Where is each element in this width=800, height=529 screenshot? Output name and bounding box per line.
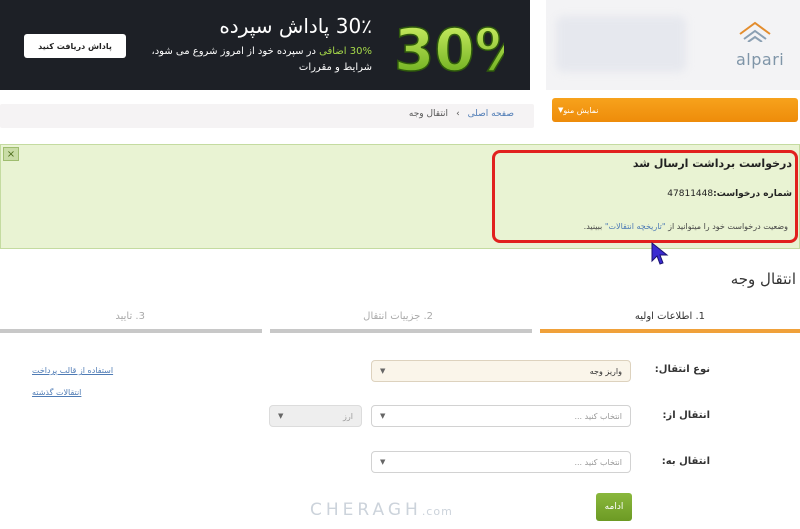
transfer-from-label: انتقال از: <box>662 410 710 421</box>
currency-placeholder: ارز <box>343 411 353 421</box>
request-number: شماره درخواست:47811448 <box>667 189 792 199</box>
svg-text:30%: 30% <box>394 16 504 80</box>
chevron-down-icon: ▼ <box>558 106 564 114</box>
breadcrumb-home[interactable]: صفحه اصلی <box>468 109 514 119</box>
transfer-type-select[interactable]: واریز وجه ▼ <box>371 360 631 382</box>
transfer-type-label: نوع انتقال: <box>654 364 710 375</box>
transfer-to-placeholder: انتخاب کنید ... <box>574 457 622 467</box>
watermark-text: CHERAGH <box>310 500 422 520</box>
request-number-value: 47811448 <box>667 189 714 199</box>
watermark-suffix: .com <box>421 505 453 518</box>
alpari-logo-text: alpari <box>736 50 785 69</box>
dropdown-arrow-icon: ▼ <box>278 412 284 420</box>
status-prefix: وضعیت درخواست خود را میتوانید از <box>665 222 788 231</box>
dropdown-arrow-icon: ▼ <box>380 458 386 466</box>
transfer-from-select[interactable]: انتخاب کنید ... ▼ <box>371 405 631 427</box>
close-icon[interactable]: × <box>3 147 19 161</box>
alert-status-text: وضعیت درخواست خود را میتوانید از "تاریخچ… <box>584 222 788 231</box>
continue-button[interactable]: ادامه <box>596 493 632 521</box>
breadcrumb-separator-icon: › <box>456 109 460 119</box>
step-transfer-details: 2. جزییات انتقال <box>363 311 433 322</box>
step-progress-details <box>270 329 532 333</box>
banner-highlight: 30% اضافی <box>319 46 372 57</box>
breadcrumb-current: انتقال وجه <box>408 109 449 119</box>
show-menu-label: نمایش منو <box>563 105 599 115</box>
page-title: انتقال وجه <box>730 270 796 288</box>
banner-terms[interactable]: شرایط و مقررات <box>299 62 372 73</box>
step-confirm: 3. تایید <box>115 311 145 322</box>
transfer-type-value: واریز وجه <box>589 366 622 376</box>
brand-area: alpari <box>546 0 800 90</box>
transfer-to-select[interactable]: انتخاب کنید ... ▼ <box>371 451 631 473</box>
past-transfers-link[interactable]: انتقالات گذشته <box>32 388 81 397</box>
show-menu-button[interactable]: نمایش منو ▼ <box>552 98 798 122</box>
thirty-percent-graphic: 30% <box>393 15 504 80</box>
transfer-history-link[interactable]: "تاریخچه انتقالات" <box>605 222 666 231</box>
get-bonus-button[interactable]: پاداش دریافت کنید <box>24 34 126 58</box>
blurred-profile <box>556 16 686 72</box>
mouse-cursor-icon <box>651 241 669 265</box>
step-progress-confirm <box>0 329 262 333</box>
request-number-label: شماره درخواست: <box>713 189 792 199</box>
step-initial-info: 1. اطلاعات اولیه <box>634 311 705 322</box>
currency-select[interactable]: ارز ▼ <box>269 405 362 427</box>
banner-description-rest: در سپرده خود از امروز شروع می شود، <box>151 46 320 57</box>
use-payment-template-link[interactable]: استفاده از قالب پرداخت <box>32 366 113 375</box>
alert-title: درخواست برداشت ارسال شد <box>632 157 792 170</box>
step-progress-initial <box>540 329 800 333</box>
banner-description: 30% اضافی در سپرده خود از امروز شروع می … <box>151 46 372 57</box>
transfer-from-placeholder: انتخاب کنید ... <box>574 411 622 421</box>
dropdown-arrow-icon: ▼ <box>380 367 386 375</box>
breadcrumb: صفحه اصلی › انتقال وجه <box>409 109 514 119</box>
watermark: CHERAGH.com <box>310 500 453 520</box>
transfer-to-label: انتقال به: <box>661 456 710 467</box>
banner-title: 30٪ پاداش سپرده <box>219 14 372 38</box>
dropdown-arrow-icon: ▼ <box>380 412 386 420</box>
promo-banner[interactable]: پاداش دریافت کنید 30٪ پاداش سپرده 30% اض… <box>0 0 530 90</box>
status-suffix: ببینید. <box>583 222 605 231</box>
alpari-logo-icon <box>739 21 771 42</box>
